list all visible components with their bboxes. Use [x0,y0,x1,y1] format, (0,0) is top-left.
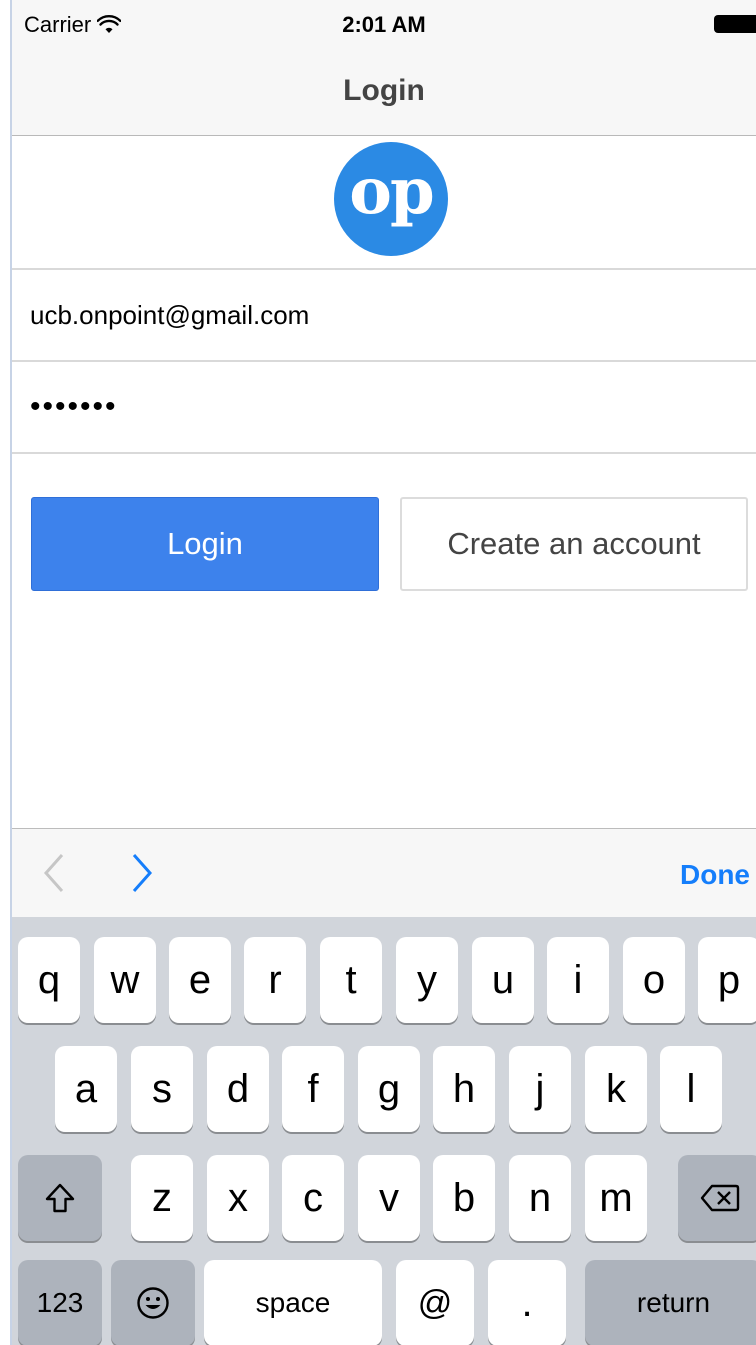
shift-key[interactable] [18,1155,102,1241]
key-u[interactable]: u [472,937,534,1023]
keyboard-toolbar: Done [12,828,756,917]
create-account-label: Create an account [447,526,701,561]
window-edge [0,0,12,1345]
key-m[interactable]: m [585,1155,647,1241]
email-field[interactable] [30,270,730,360]
key-o[interactable]: o [623,937,685,1023]
screen: Carrier 2:01 AM Login op Login [0,0,756,1345]
key-r[interactable]: r [244,937,306,1023]
battery-icon [714,15,756,33]
key-j[interactable]: j [509,1046,571,1132]
done-button[interactable]: Done [680,859,750,891]
create-account-button[interactable]: Create an account [400,497,748,591]
key-d[interactable]: d [207,1046,269,1132]
key-y[interactable]: y [396,937,458,1023]
backspace-icon [700,1183,740,1213]
numbers-key[interactable]: 123 [18,1260,102,1345]
key-h[interactable]: h [433,1046,495,1132]
key-g[interactable]: g [358,1046,420,1132]
keyboard: q w e r t y u i o p a s d f g h j k l z … [12,917,756,1345]
key-v[interactable]: v [358,1155,420,1241]
delete-key[interactable] [678,1155,756,1241]
next-field-icon[interactable] [126,851,156,895]
app-logo: op [334,142,448,256]
key-x[interactable]: x [207,1155,269,1241]
page-title: Login [343,74,425,107]
key-p[interactable]: p [698,937,756,1023]
previous-field-icon[interactable] [40,851,70,895]
at-key[interactable]: @ [396,1260,474,1345]
email-row [12,270,756,362]
key-k[interactable]: k [585,1046,647,1132]
status-time: 2:01 AM [342,12,426,37]
shift-icon [44,1182,76,1214]
key-a[interactable]: a [55,1046,117,1132]
key-i[interactable]: i [547,937,609,1023]
key-l[interactable]: l [660,1046,722,1132]
login-button[interactable]: Login [31,497,379,591]
password-field[interactable] [30,362,730,452]
logo-text: op [349,154,434,229]
emoji-key[interactable] [111,1260,195,1345]
key-e[interactable]: e [169,937,231,1023]
status-bar: Carrier 2:01 AM [12,0,756,46]
key-t[interactable]: t [320,937,382,1023]
login-button-label: Login [167,526,243,561]
logo-row: op [12,136,756,270]
navigation-bar: Login [12,46,756,136]
key-c[interactable]: c [282,1155,344,1241]
key-b[interactable]: b [433,1155,495,1241]
emoji-icon [136,1286,170,1320]
key-n[interactable]: n [509,1155,571,1241]
dot-key[interactable]: . [488,1260,566,1345]
key-s[interactable]: s [131,1046,193,1132]
space-key[interactable]: space [204,1260,382,1345]
key-w[interactable]: w [94,937,156,1023]
key-z[interactable]: z [131,1155,193,1241]
return-key[interactable]: return [585,1260,756,1345]
key-f[interactable]: f [282,1046,344,1132]
password-row [12,362,756,454]
key-q[interactable]: q [18,937,80,1023]
